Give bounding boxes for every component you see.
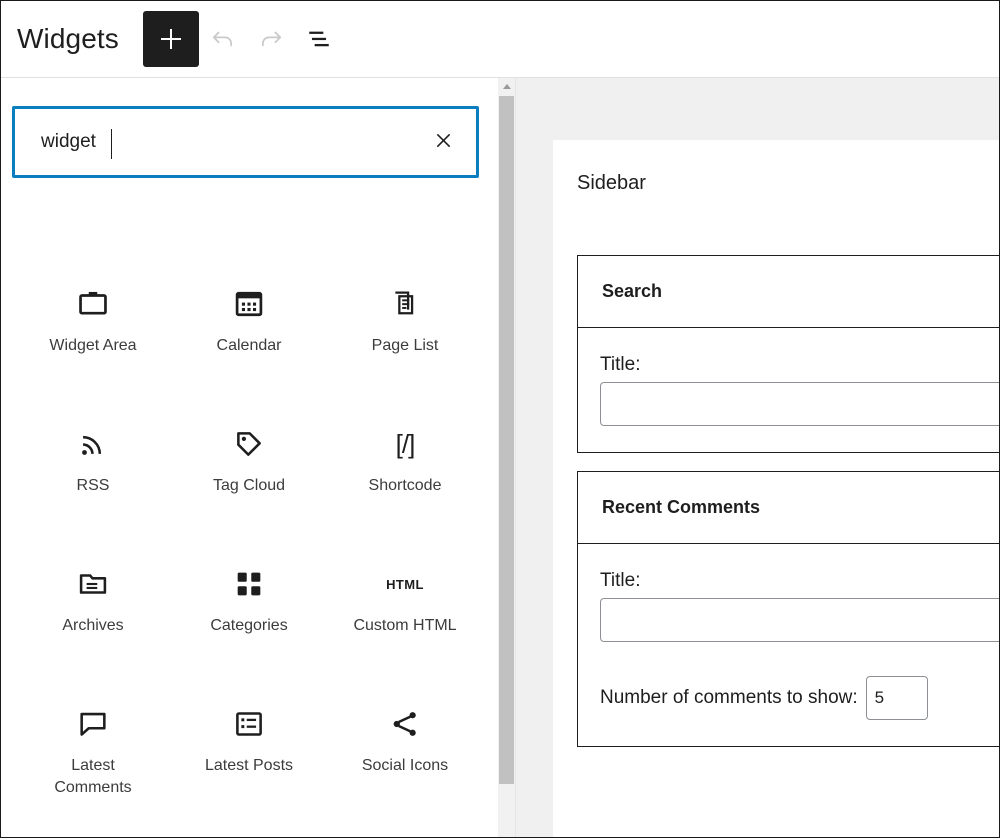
categories-icon [232,553,266,615]
block-item-custom-html[interactable]: HTML Custom HTML [327,553,483,693]
block-item-tag-cloud[interactable]: Tag Cloud [171,413,327,553]
page-title: Widgets [17,23,119,54]
list-view-button[interactable] [295,15,343,63]
widget-body-recent-comments: Title: Number of comments to show: [578,544,999,746]
text-cursor [111,129,112,159]
editor-toolbar [142,11,343,67]
widget-body-search: Title: [578,328,999,452]
scrollbar-up-arrow-icon[interactable] [498,78,515,94]
block-item-social-icons[interactable]: Social Icons [327,693,483,833]
inserter-scrollbar[interactable] [498,78,516,837]
block-inserter-panel: Widget Area [1,78,498,837]
shortcode-icon: [/] [395,413,416,475]
clear-search-button[interactable] [424,123,462,161]
plus-icon [159,27,183,51]
editor-header: Widgets [1,1,999,78]
widget-area-icon [76,273,110,335]
block-label: Widget Area [49,337,137,354]
block-item-archives[interactable]: Archives [15,553,171,693]
editor-canvas: Sidebar Search Title: Recent Comments Ti… [516,78,999,837]
redo-button[interactable] [247,15,295,63]
block-label: RSS [76,477,110,494]
list-view-icon [306,26,332,52]
archives-icon [76,553,110,615]
widget-card-search[interactable]: Search Title: [577,255,999,453]
comments-count-input[interactable] [865,676,928,720]
block-label: Page List [371,337,439,354]
search-input[interactable] [15,109,476,175]
page-list-icon [388,273,422,335]
widget-areas-sheet: Sidebar Search Title: Recent Comments Ti… [553,140,999,837]
block-item-categories[interactable]: Categories [171,553,327,693]
block-item-shortcode[interactable]: [/] Shortcode [327,413,483,553]
search-title-input[interactable] [600,382,999,426]
tag-cloud-icon [232,413,266,475]
block-label: Categories [210,617,288,634]
widget-card-recent-comments[interactable]: Recent Comments Title: Number of comment… [577,471,999,747]
html-glyph: HTML [386,576,424,592]
comments-count-label: Number of comments to show: [600,687,858,708]
block-label: Archives [62,617,124,634]
undo-button[interactable] [199,15,247,63]
block-item-widget-area[interactable]: Widget Area [15,273,171,413]
block-item-page-list[interactable]: Page List [327,273,483,413]
block-label: Latest Posts [204,757,294,774]
latest-comments-icon [76,693,110,755]
social-icons-icon [388,693,422,755]
block-label: Social Icons [361,757,449,774]
close-icon [433,130,454,154]
search-title-label: Title: [600,354,641,375]
shortcode-glyph: [/] [395,428,416,459]
block-label: Custom HTML [353,617,457,634]
block-item-rss[interactable]: RSS [15,413,171,553]
scrollbar-thumb[interactable] [499,96,514,784]
block-item-calendar[interactable]: Calendar [171,273,327,413]
block-label: Shortcode [368,477,442,494]
widget-title-search[interactable]: Search [578,256,999,328]
redo-icon [258,26,284,52]
rss-icon [76,413,110,475]
comments-count-row: Number of comments to show: [600,676,999,720]
widget-area-title: Sidebar [577,172,646,194]
block-label: Latest Comments [54,757,132,797]
custom-html-icon: HTML [386,553,424,615]
block-search-area [12,106,479,178]
widgets-editor-window: Widgets widget Widget Area Calendar Page… [0,0,1000,838]
block-item-latest-comments[interactable]: Latest Comments [15,693,171,833]
recent-comments-title-label: Title: [600,570,641,591]
recent-comments-title-input[interactable] [600,598,999,642]
latest-posts-icon [232,693,266,755]
block-item-latest-posts[interactable]: Latest Posts [171,693,327,833]
editor-body: Widget Area [1,78,999,837]
block-label: Tag Cloud [212,477,286,494]
block-label: Calendar [216,337,282,354]
undo-icon [210,26,236,52]
add-block-button[interactable] [142,11,199,67]
calendar-icon [232,273,266,335]
block-search-box[interactable] [12,106,479,178]
widget-title-recent-comments[interactable]: Recent Comments [578,472,999,544]
block-results-grid: Widget Area Calendar Page List RSS Tag C… [15,273,485,833]
